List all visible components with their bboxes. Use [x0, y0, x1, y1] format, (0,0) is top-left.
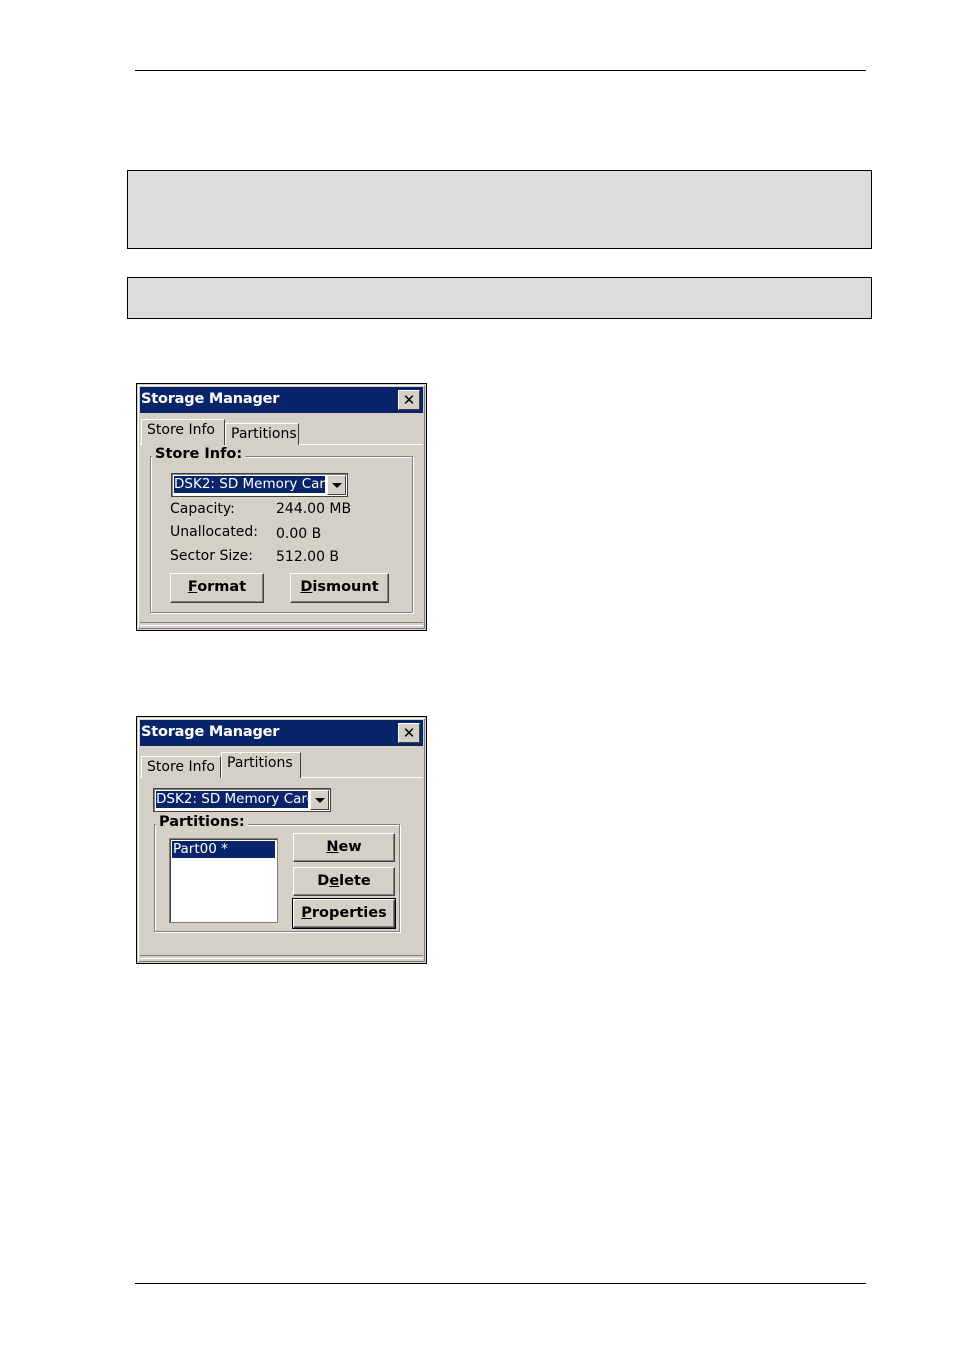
sector-size-value: 512.00 B: [276, 549, 340, 565]
store-select-value: DSK2: SD Memory Card: [155, 790, 309, 809]
store-select[interactable]: DSK2: SD Memory Card: [153, 788, 331, 812]
new-label: ew: [338, 839, 362, 855]
header-rule: [135, 70, 866, 71]
close-button[interactable]: ✕: [398, 723, 420, 743]
title-bar[interactable]: Storage Manager ✕: [140, 387, 423, 413]
format-hotkey: F: [187, 579, 198, 595]
title-bar[interactable]: Storage Manager ✕: [140, 720, 423, 746]
new-hotkey: N: [326, 839, 339, 855]
unallocated-value: 0.00 B: [276, 526, 322, 542]
shaded-box-1: [127, 170, 872, 249]
capacity-label: Capacity:: [170, 501, 235, 517]
tab-store-info[interactable]: Store Info: [141, 756, 221, 778]
properties-button[interactable]: Properties: [292, 898, 396, 929]
store-select[interactable]: DSK2: SD Memory Card: [171, 473, 348, 497]
chevron-down-icon[interactable]: [310, 790, 329, 810]
close-icon: ✕: [402, 724, 416, 742]
delete-label: lete: [339, 873, 371, 889]
tab-partitions[interactable]: Partitions: [225, 423, 299, 445]
format-label: ormat: [197, 579, 247, 595]
delete-hotkey: e: [329, 873, 340, 889]
capacity-value: 244.00 MB: [276, 501, 352, 517]
storage-manager-dialog-partitions: Storage Manager ✕ Store Info Partitions …: [136, 716, 427, 964]
shaded-box-2: [127, 277, 872, 319]
delete-button[interactable]: Delete: [293, 867, 395, 896]
footer-rule: [135, 1283, 866, 1284]
group-label: Store Info:: [152, 446, 246, 462]
dismount-button[interactable]: Dismount: [290, 573, 389, 603]
chevron-down-icon[interactable]: [327, 475, 346, 495]
tab-label: Store Info: [147, 422, 215, 438]
properties-hotkey: P: [301, 905, 312, 921]
properties-label: roperties: [311, 905, 387, 921]
close-icon: ✕: [402, 391, 416, 409]
list-item[interactable]: Part00 *: [172, 841, 275, 858]
unallocated-label: Unallocated:: [170, 524, 259, 540]
tab-label: Partitions: [231, 426, 297, 442]
dialog-bottom-edge: [140, 622, 423, 626]
sector-size-label: Sector Size:: [170, 548, 253, 564]
group-label: Partitions:: [156, 814, 248, 830]
dismount-label: ismount: [312, 579, 379, 595]
tab-store-info[interactable]: Store Info: [141, 419, 225, 445]
close-button[interactable]: ✕: [398, 390, 420, 410]
delete-label-start: D: [317, 873, 330, 889]
tab-partitions[interactable]: Partitions: [221, 752, 301, 778]
dismount-hotkey: D: [300, 579, 313, 595]
storage-manager-dialog-store-info: Storage Manager ✕ Store Info Partitions …: [136, 383, 427, 631]
partitions-list[interactable]: Part00 *: [169, 838, 278, 923]
dialog-title: Storage Manager: [141, 724, 280, 740]
new-button[interactable]: New: [293, 833, 395, 862]
dialog-bottom-edge: [140, 955, 423, 959]
tab-label: Store Info: [147, 759, 215, 775]
dialog-title: Storage Manager: [141, 391, 280, 407]
tab-label: Partitions: [227, 755, 293, 771]
store-select-value: DSK2: SD Memory Card: [173, 475, 326, 494]
format-button[interactable]: Format: [170, 573, 264, 603]
